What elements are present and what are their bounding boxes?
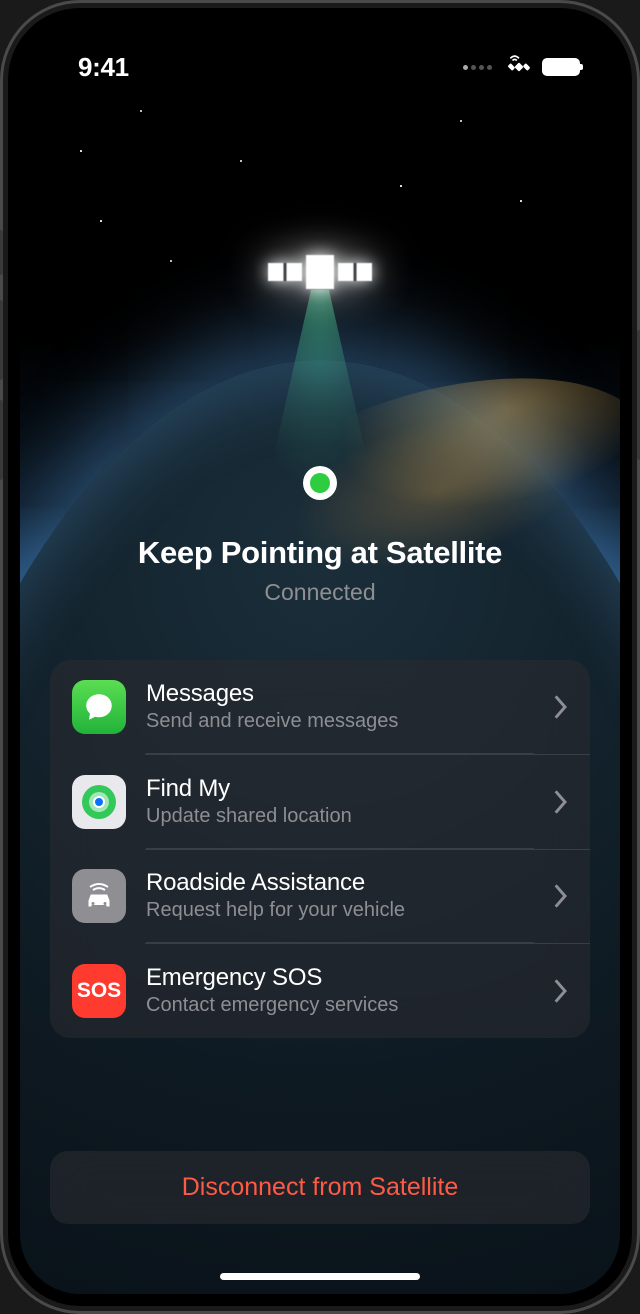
home-indicator[interactable] xyxy=(220,1273,420,1280)
battery-icon xyxy=(542,58,580,76)
silent-switch xyxy=(0,230,3,275)
location-marker-icon xyxy=(303,466,337,500)
status-right xyxy=(463,54,580,80)
option-title: Roadside Assistance xyxy=(146,869,534,897)
option-subtitle: Update shared location xyxy=(146,805,534,828)
dynamic-island xyxy=(235,40,405,88)
chevron-right-icon xyxy=(554,790,568,814)
chevron-right-icon xyxy=(554,884,568,908)
cellular-dots-icon xyxy=(463,65,492,70)
option-sos[interactable]: SOS Emergency SOS Contact emergency serv… xyxy=(50,944,590,1038)
option-title: Emergency SOS xyxy=(146,964,534,992)
volume-down-button xyxy=(0,400,3,480)
option-subtitle: Contact emergency services xyxy=(146,994,534,1017)
satellite-status-icon xyxy=(506,54,532,80)
screen: 9:41 xyxy=(20,20,620,1294)
option-roadside[interactable]: Roadside Assistance Request help for you… xyxy=(50,849,590,943)
option-subtitle: Request help for your vehicle xyxy=(146,899,534,922)
chevron-right-icon xyxy=(554,695,568,719)
sos-icon: SOS xyxy=(72,964,126,1018)
option-title: Find My xyxy=(146,775,534,803)
option-findmy[interactable]: Find My Update shared location xyxy=(50,755,590,849)
prompt-subtitle: Connected xyxy=(20,579,620,606)
option-messages[interactable]: Messages Send and receive messages xyxy=(50,660,590,754)
satellite-icon xyxy=(306,255,334,289)
volume-up-button xyxy=(0,300,3,380)
status-time: 9:41 xyxy=(78,52,129,83)
phone-frame: 9:41 xyxy=(0,0,640,1314)
chevron-right-icon xyxy=(554,979,568,1003)
option-title: Messages xyxy=(146,680,534,708)
messages-icon xyxy=(72,680,126,734)
options-list: Messages Send and receive messages Find … xyxy=(50,660,590,1038)
prompt: Keep Pointing at Satellite Connected xyxy=(20,535,620,606)
roadside-icon xyxy=(72,869,126,923)
findmy-icon xyxy=(72,775,126,829)
option-subtitle: Send and receive messages xyxy=(146,710,534,733)
prompt-title: Keep Pointing at Satellite xyxy=(20,535,620,571)
disconnect-button[interactable]: Disconnect from Satellite xyxy=(50,1151,590,1224)
